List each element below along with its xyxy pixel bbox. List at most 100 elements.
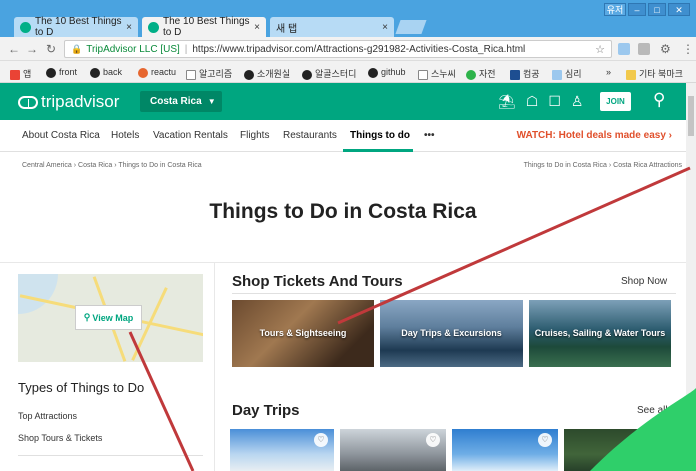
location-dropdown[interactable]: Costa Rica ▼	[140, 91, 222, 112]
section-rule	[232, 293, 676, 294]
lock-icon: 🔒	[71, 43, 83, 54]
bookmark-psychology[interactable]: 심리	[552, 67, 582, 80]
github-icon	[244, 69, 254, 80]
wrench-icon[interactable]: ⚙	[660, 42, 671, 56]
dictionary-icon	[466, 69, 476, 80]
shop-section-title: Shop Tickets And Tours	[232, 273, 403, 290]
folder-icon	[626, 69, 636, 80]
forward-icon[interactable]: →	[26, 42, 38, 56]
search-icon[interactable]: ⚲	[653, 90, 665, 110]
minimize-icon[interactable]: –	[628, 3, 646, 16]
map-water	[18, 274, 58, 314]
day-trip-card[interactable]: ♡	[340, 429, 446, 471]
secure-origin: TripAdvisor LLC [US]	[86, 43, 180, 55]
tab-title: The 10 Best Things to D	[35, 16, 122, 38]
url-separator: |	[184, 43, 188, 55]
bookmark-algorithm[interactable]: 알고리즘	[186, 67, 232, 80]
bookmark-algo-study[interactable]: 알골스터디	[302, 67, 356, 80]
bookmark-github[interactable]: github	[368, 67, 406, 78]
tile-day-trips[interactable]: Day Trips & Excursions	[380, 300, 523, 367]
shop-now-link[interactable]: Shop Now	[621, 276, 667, 287]
extension-icon[interactable]	[638, 43, 650, 55]
bookmark-star-icon[interactable]: ☆	[595, 43, 605, 56]
nav-things-to-do[interactable]: Things to do	[350, 130, 410, 141]
browser-tab-strip: The 10 Best Things to D × The 10 Best Th…	[0, 0, 696, 38]
day-trip-card[interactable]: ♡	[564, 429, 674, 471]
tab-close-icon[interactable]: ×	[254, 22, 260, 33]
address-toolbar: ← → ↻ 🔒 TripAdvisor LLC [US] | https://w…	[0, 37, 696, 61]
nav-hotels[interactable]: Hotels	[111, 130, 139, 141]
heart-icon[interactable]: ♡	[426, 433, 440, 447]
see-all-link[interactable]: See all	[637, 405, 668, 416]
nav-about[interactable]: About Costa Rica	[22, 130, 100, 141]
bookings-icon[interactable]: ☖	[526, 93, 539, 110]
tab-close-icon[interactable]: ×	[126, 22, 132, 33]
back-icon[interactable]: ←	[8, 42, 20, 56]
scrollbar-thumb[interactable]	[688, 96, 694, 136]
screen: The 10 Best Things to D × The 10 Best Th…	[0, 0, 696, 471]
tripadvisor-favicon-icon	[20, 21, 31, 33]
sidebar-link-top-attractions[interactable]: Top Attractions	[18, 411, 77, 421]
nav-flights[interactable]: Flights	[240, 130, 269, 141]
bookmarks-bar: 앱 front back reactu 알고리즘 소개원실 알골스터디 gith…	[0, 61, 696, 83]
nav-restaurants[interactable]: Restaurants	[283, 130, 337, 141]
tripadvisor-logo[interactable]: tripadvisor	[18, 92, 119, 112]
page-icon	[418, 69, 428, 80]
apps-grid-icon	[10, 69, 20, 80]
breadcrumb[interactable]: Central America › Costa Rica › Things to…	[22, 162, 202, 169]
react-icon	[138, 67, 148, 78]
chevron-down-icon: ▼	[207, 97, 216, 106]
heart-icon[interactable]: ♡	[538, 433, 552, 447]
bookmark-intro[interactable]: 소개원실	[244, 67, 290, 80]
url-bar[interactable]: 🔒 TripAdvisor LLC [US] | https://www.tri…	[64, 40, 612, 58]
bookmark-reactu[interactable]: reactu	[138, 67, 176, 78]
tab-close-icon[interactable]: ×	[382, 22, 388, 33]
header-icons: ⛱ ☖ ☐ ♙	[498, 93, 583, 110]
github-icon	[302, 69, 312, 80]
browser-tab-3[interactable]: 새 탭 ×	[270, 17, 394, 37]
day-trips-title: Day Trips	[232, 402, 300, 419]
inbox-icon[interactable]: ☐	[548, 93, 561, 110]
content-divider	[0, 262, 686, 263]
day-trip-card[interactable]: ♡	[452, 429, 558, 471]
browser-tab-2[interactable]: The 10 Best Things to D ×	[142, 16, 266, 38]
browser-tab-1[interactable]: The 10 Best Things to D ×	[14, 16, 138, 38]
bookmark-cse[interactable]: 컴공	[510, 67, 540, 80]
extension-icon[interactable]	[618, 43, 630, 55]
profile-icon[interactable]: ♙	[571, 93, 584, 110]
tile-label: Cruises, Sailing & Water Tours	[534, 328, 666, 338]
bookmark-front[interactable]: front	[46, 67, 77, 78]
bookmarks-overflow[interactable]: »	[606, 67, 611, 77]
page-scrollbar[interactable]	[686, 83, 696, 471]
reload-icon[interactable]: ↻	[46, 42, 56, 56]
close-window-icon[interactable]: ✕	[668, 3, 690, 16]
tile-label: Day Trips & Excursions	[401, 328, 502, 338]
bookmark-other[interactable]: 기타 북마크	[626, 67, 683, 80]
owl-logo-icon	[18, 95, 38, 109]
tile-cruises[interactable]: Cruises, Sailing & Water Tours	[529, 300, 671, 367]
window-user-button[interactable]: 유저	[604, 3, 626, 16]
types-heading: Types of Things to Do	[18, 380, 145, 395]
cse-icon	[510, 69, 520, 80]
page-icon	[186, 69, 196, 80]
breadcrumb-right[interactable]: Things to Do in Costa Rica › Costa Rica …	[524, 162, 682, 169]
bookmark-back[interactable]: back	[90, 67, 122, 78]
promo-link[interactable]: WATCH: Hotel deals made easy ›	[517, 130, 672, 141]
bookmark-snucc[interactable]: 스누씨	[418, 67, 456, 80]
new-tab-button[interactable]	[395, 20, 427, 34]
heart-icon[interactable]: ♡	[314, 433, 328, 447]
menu-icon[interactable]: ⋮	[682, 42, 694, 56]
trips-icon[interactable]: ⛱	[498, 93, 516, 110]
nav-vacation-rentals[interactable]: Vacation Rentals	[153, 130, 228, 141]
day-trip-card[interactable]: ♡	[230, 429, 334, 471]
bookmark-dictionary[interactable]: 자전	[466, 67, 496, 80]
nav-more[interactable]: •••	[424, 130, 435, 141]
bookmark-apps[interactable]: 앱	[10, 67, 31, 80]
sidebar-link-shop-tours[interactable]: Shop Tours & Tickets	[18, 433, 102, 443]
join-button[interactable]: JOIN	[600, 92, 631, 111]
maximize-icon[interactable]: □	[648, 3, 666, 16]
heart-icon[interactable]: ♡	[654, 433, 668, 447]
tile-tours-sightseeing[interactable]: Tours & Sightseeing	[232, 300, 374, 367]
column-divider	[214, 262, 215, 471]
view-map-button[interactable]: ⚲ View Map	[75, 305, 142, 330]
